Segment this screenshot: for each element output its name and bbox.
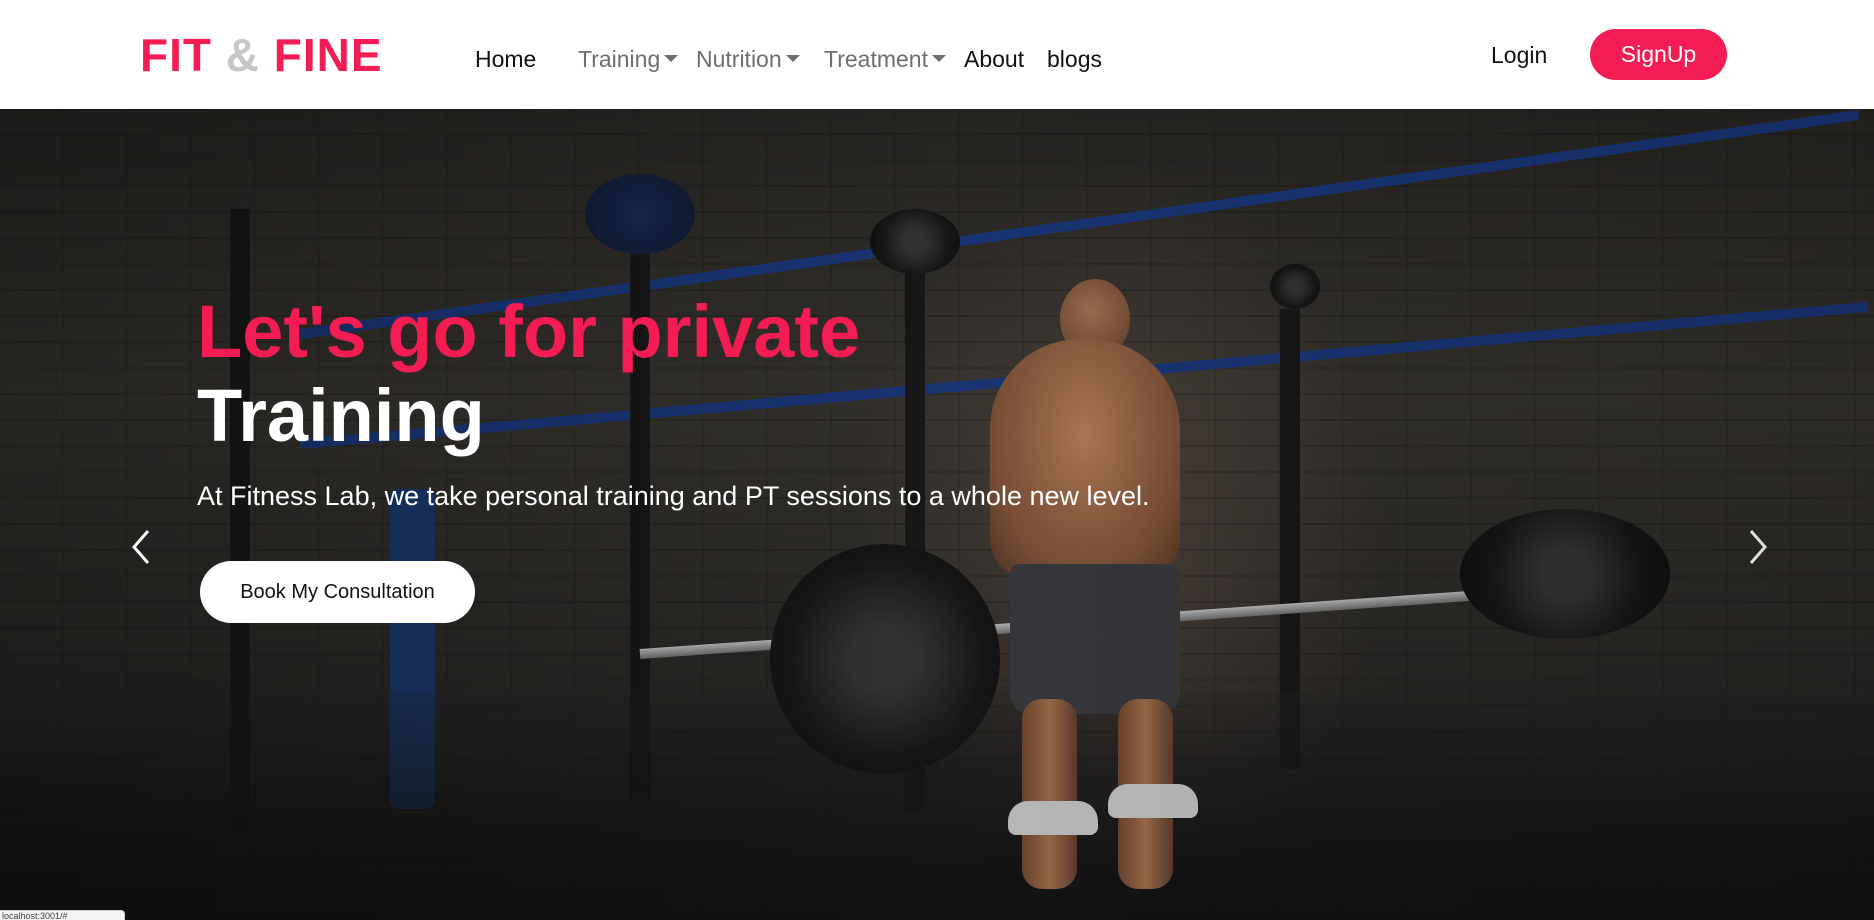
hero-headline-red: Let's go for private	[197, 290, 861, 373]
nav-about[interactable]: About	[964, 44, 1024, 74]
login-link[interactable]: Login	[1491, 40, 1547, 70]
nav-home[interactable]: Home	[475, 44, 536, 74]
brand-ampersand: &	[225, 29, 260, 81]
carousel-next-button[interactable]	[1737, 517, 1777, 577]
caret-down-icon	[785, 55, 800, 63]
hero-carousel: Let's go for private Training At Fitness…	[0, 109, 1874, 920]
nav-home-label: Home	[475, 46, 537, 72]
signup-button[interactable]: SignUp	[1590, 29, 1727, 80]
top-navbar: FIT & FINE Home Training Nutrition Treat…	[0, 0, 1874, 109]
browser-status-bar: localhost:3001/#	[0, 910, 125, 920]
nav-training-dropdown[interactable]: Training	[578, 44, 679, 74]
carousel-prev-button[interactable]	[122, 517, 162, 577]
nav-nutrition-label: Nutrition	[696, 46, 782, 72]
nav-blogs-label: blogs	[1047, 46, 1102, 72]
nav-treatment-dropdown[interactable]: Treatment	[824, 44, 946, 74]
book-consultation-button[interactable]: Book My Consultation	[200, 561, 475, 623]
caret-down-icon	[664, 55, 679, 63]
hero-subtitle: At Fitness Lab, we take personal trainin…	[197, 481, 1150, 511]
nav-blogs[interactable]: blogs	[1047, 44, 1102, 74]
nav-nutrition-dropdown[interactable]: Nutrition	[696, 44, 800, 74]
nav-about-label: About	[964, 46, 1025, 72]
brand-part-fit: FIT	[140, 29, 212, 81]
chevron-right-icon	[1749, 530, 1767, 564]
hero-headline-white: Training	[197, 374, 485, 457]
nav-treatment-label: Treatment	[824, 46, 928, 72]
chevron-left-icon	[132, 530, 150, 564]
hero-overlay	[0, 109, 1874, 920]
nav-training-label: Training	[578, 46, 661, 72]
caret-down-icon	[931, 55, 946, 63]
brand-logo[interactable]: FIT & FINE	[140, 30, 383, 80]
brand-part-fine: FINE	[273, 29, 383, 81]
